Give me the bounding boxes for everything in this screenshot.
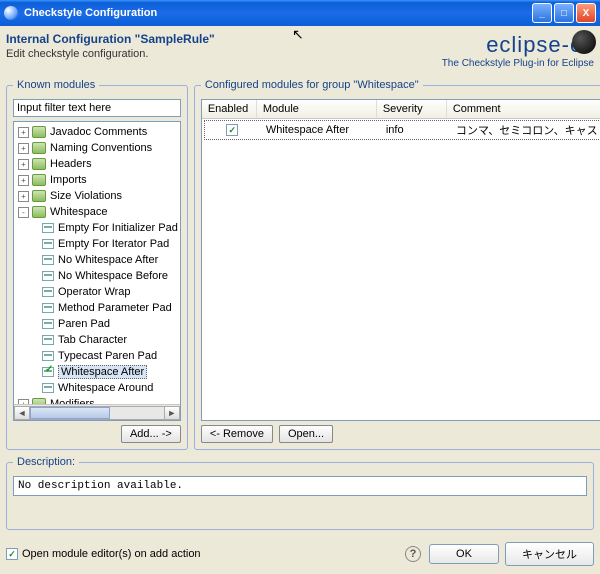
tree-horizontal-scrollbar[interactable]: ◄ ► xyxy=(14,404,180,420)
tree-module[interactable]: Operator Wrap xyxy=(16,284,178,300)
tree-module[interactable]: Typecast Paren Pad xyxy=(16,348,178,364)
tree-module[interactable]: No Whitespace Before xyxy=(16,268,178,284)
tree-group-size[interactable]: +Size Violations xyxy=(16,188,178,204)
tree-module[interactable]: Tab Character xyxy=(16,332,178,348)
expand-icon[interactable]: + xyxy=(18,143,29,154)
expand-icon[interactable]: + xyxy=(18,191,29,202)
window-title: Checkstyle Configuration xyxy=(24,7,530,19)
app-icon xyxy=(4,6,18,20)
scrollbar-thumb[interactable] xyxy=(30,407,110,419)
tree-module[interactable]: No Whitespace After xyxy=(16,252,178,268)
tree-group-javadoc[interactable]: +Javadoc Comments xyxy=(16,124,178,140)
open-editor-checkbox[interactable]: ✓ xyxy=(6,548,18,560)
module-icon xyxy=(42,383,54,393)
scroll-left-icon[interactable]: ◄ xyxy=(14,406,30,420)
description-panel: Description: No description available. xyxy=(6,456,594,530)
tree-group-headers[interactable]: +Headers xyxy=(16,156,178,172)
description-text: No description available. xyxy=(13,476,587,496)
open-editor-label: Open module editor(s) on add action xyxy=(22,548,201,560)
cell-severity: info xyxy=(380,123,450,137)
module-icon xyxy=(42,239,54,249)
tree-module[interactable]: Paren Pad xyxy=(16,316,178,332)
configured-modules-panel: Configured modules for group "Whitespace… xyxy=(194,79,600,450)
configured-table[interactable]: Enabled Module Severity Comment ✓ Whites… xyxy=(201,99,600,421)
col-enabled[interactable]: Enabled xyxy=(202,100,257,118)
col-severity[interactable]: Severity xyxy=(377,100,447,118)
titlebar[interactable]: Checkstyle Configuration _ □ X xyxy=(0,0,600,26)
cancel-button[interactable]: キャンセル xyxy=(505,542,594,566)
package-icon xyxy=(32,126,46,138)
package-icon xyxy=(32,174,46,186)
close-button[interactable]: X xyxy=(576,3,596,23)
table-row[interactable]: ✓ Whitespace After info コンマ、セミコロン、キャストの後… xyxy=(205,121,600,139)
enabled-checkbox[interactable]: ✓ xyxy=(226,124,238,136)
known-modules-legend: Known modules xyxy=(13,79,99,91)
module-icon xyxy=(42,223,54,233)
tree-group-whitespace[interactable]: -Whitespace xyxy=(16,204,178,220)
package-icon xyxy=(32,158,46,170)
tree-group-naming[interactable]: +Naming Conventions xyxy=(16,140,178,156)
package-icon xyxy=(32,142,46,154)
tree-module[interactable]: Whitespace Around xyxy=(16,380,178,396)
module-icon xyxy=(42,367,54,377)
module-icon xyxy=(42,287,54,297)
tree-group-imports[interactable]: +Imports xyxy=(16,172,178,188)
module-icon xyxy=(42,319,54,329)
expand-icon[interactable]: + xyxy=(18,175,29,186)
expand-icon[interactable]: + xyxy=(18,127,29,138)
configured-modules-legend: Configured modules for group "Whitespace… xyxy=(201,79,423,91)
module-icon xyxy=(42,255,54,265)
tree-module[interactable]: Empty For Initializer Pad xyxy=(16,220,178,236)
minimize-button[interactable]: _ xyxy=(532,3,552,23)
maximize-button[interactable]: □ xyxy=(554,3,574,23)
tree-module-whitespace-after[interactable]: Whitespace After xyxy=(16,364,178,380)
module-icon xyxy=(42,271,54,281)
package-icon xyxy=(32,206,46,218)
config-subtitle: Edit checkstyle configuration. xyxy=(6,48,404,60)
cell-comment: コンマ、セミコロン、キャストの後... xyxy=(450,121,600,139)
module-icon xyxy=(42,351,54,361)
known-modules-panel: Known modules +Javadoc Comments +Naming … xyxy=(6,79,188,450)
ok-button[interactable]: OK xyxy=(429,544,499,564)
tree-module[interactable]: Empty For Iterator Pad xyxy=(16,236,178,252)
cell-module: Whitespace After xyxy=(260,123,380,137)
brand-logo-icon xyxy=(572,30,596,54)
brand-name: eclipse-cs xyxy=(404,32,594,58)
open-button[interactable]: Open... xyxy=(279,425,333,443)
col-comment[interactable]: Comment xyxy=(447,100,600,118)
add-button[interactable]: Add... -> xyxy=(121,425,181,443)
package-icon xyxy=(32,190,46,202)
tree-module[interactable]: Method Parameter Pad xyxy=(16,300,178,316)
module-tree[interactable]: +Javadoc Comments +Naming Conventions +H… xyxy=(13,121,181,421)
tree-group-modifiers[interactable]: +Modifiers xyxy=(16,396,178,404)
remove-button[interactable]: <- Remove xyxy=(201,425,273,443)
collapse-icon[interactable]: - xyxy=(18,207,29,218)
scroll-right-icon[interactable]: ► xyxy=(164,406,180,420)
module-icon xyxy=(42,303,54,313)
description-legend: Description: xyxy=(13,456,79,468)
expand-icon[interactable]: + xyxy=(18,159,29,170)
help-icon[interactable]: ? xyxy=(405,546,421,562)
module-icon xyxy=(42,335,54,345)
col-module[interactable]: Module xyxy=(257,100,377,118)
brand-tagline: The Checkstyle Plug-in for Eclipse xyxy=(404,58,594,69)
filter-input[interactable] xyxy=(13,99,181,117)
config-name: Internal Configuration "SampleRule" xyxy=(6,32,404,46)
